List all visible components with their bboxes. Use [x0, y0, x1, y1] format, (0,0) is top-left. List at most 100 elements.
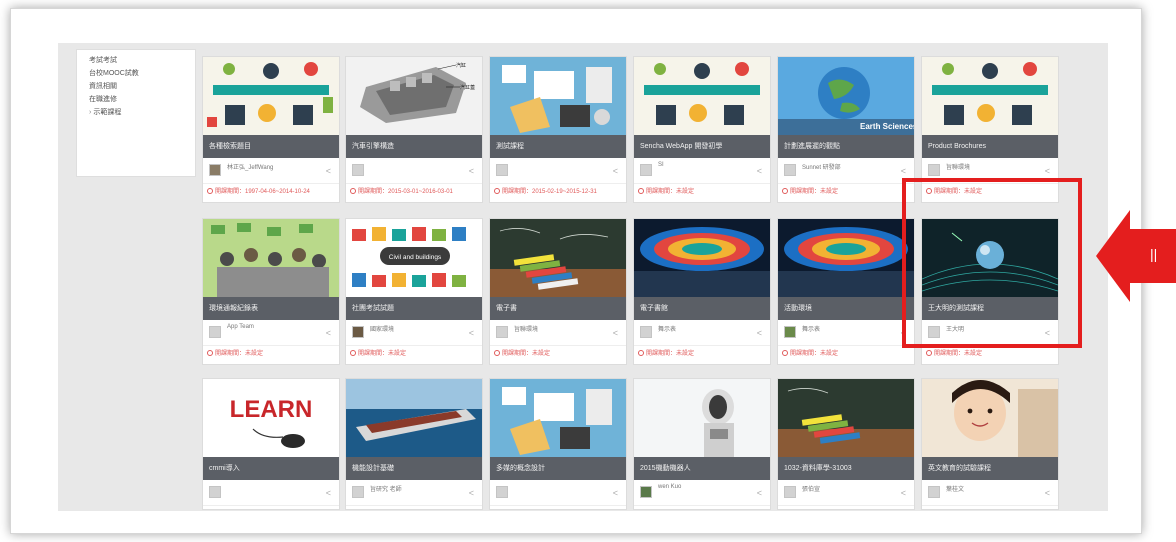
course-card[interactable]: 電子書館 舞示表 < 開課期間：未設定	[633, 218, 771, 365]
avatar	[496, 486, 508, 498]
course-card[interactable]: 1032-資料庫學-31003 張伯宣 <	[777, 378, 915, 510]
course-period: 開課期間：1997-04-06~2014-10-24	[207, 186, 310, 195]
course-period: 開課期間：未設定	[782, 348, 838, 357]
avatar	[928, 164, 940, 176]
course-title[interactable]: 計劃進展遲的觀點	[778, 135, 914, 158]
sidebar-item-exam[interactable]: 考試考試	[89, 54, 195, 67]
course-meta: SI <	[634, 158, 770, 184]
course-meta: <	[346, 158, 482, 184]
thumb-label: Civil and buildings	[389, 254, 442, 261]
course-thumbnail[interactable]	[922, 57, 1058, 135]
course-thumbnail[interactable]	[490, 379, 626, 457]
course-title[interactable]: 汽車引擎構造	[346, 135, 482, 158]
share-icon[interactable]: <	[613, 488, 618, 498]
share-icon[interactable]: <	[613, 166, 618, 176]
course-card[interactable]: LEARN cmmi導入 <	[202, 378, 340, 510]
share-icon[interactable]: <	[757, 328, 762, 338]
course-card[interactable]: 環境通報紀錄表 App Team < 開課期間：未設定	[202, 218, 340, 365]
course-card[interactable]: 多媒的概念設計 <	[489, 378, 627, 510]
share-icon[interactable]: <	[901, 488, 906, 498]
course-card[interactable]: Sencha WebApp 開發初學 SI < 開課期間：未設定	[633, 56, 771, 203]
course-card[interactable]: 電子書 旨聯環境 < 開課期間：未設定	[489, 218, 627, 365]
course-thumbnail[interactable]	[490, 219, 626, 297]
sidebar-item-training[interactable]: 在職進修	[89, 93, 195, 106]
course-thumbnail[interactable]: LEARN	[203, 379, 339, 457]
course-thumbnail[interactable]: Civil and buildings	[346, 219, 482, 297]
course-thumbnail[interactable]	[203, 57, 339, 135]
course-title[interactable]: 2015機動機器人	[634, 457, 770, 480]
avatar	[784, 326, 796, 338]
share-icon[interactable]: <	[901, 166, 906, 176]
course-card[interactable]: 各種檢索題目 林正弘_JeffWang < 開課期間：1997-04-06~20…	[202, 56, 340, 203]
engine-label: 汽缸	[456, 62, 466, 69]
course-title[interactable]: 1032-資料庫學-31003	[778, 457, 914, 480]
course-period: 開課期間：未設定	[494, 348, 550, 357]
share-icon[interactable]: <	[326, 166, 331, 176]
share-icon[interactable]: <	[469, 488, 474, 498]
course-period: 開課期間：未設定	[926, 348, 982, 357]
course-card[interactable]: 英文教育的試驗課程 葉桂文 <	[921, 378, 1059, 510]
course-thumbnail[interactable]	[778, 219, 914, 297]
share-icon[interactable]: <	[469, 328, 474, 338]
share-icon[interactable]: <	[1045, 488, 1050, 498]
course-meta: 舞示表 <	[778, 320, 914, 346]
course-card[interactable]: Earth Sciences 計劃進展遲的觀點 Sunnet 研發部 < 開課期…	[777, 56, 915, 203]
course-title[interactable]: 測試課程	[490, 135, 626, 158]
share-icon[interactable]: <	[757, 488, 762, 498]
course-title[interactable]: Product Brochures	[922, 135, 1058, 158]
course-card[interactable]: Civil and buildings 社團考試試題 國家環境 < 開課期間：未…	[345, 218, 483, 365]
course-thumbnail[interactable]: Earth Sciences	[778, 57, 914, 135]
author-name: 國家環境	[370, 327, 395, 333]
course-card[interactable]: 2015機動機器人 wen Kuo <	[633, 378, 771, 510]
clock-icon	[926, 350, 932, 357]
course-thumbnail[interactable]	[346, 379, 482, 457]
share-icon[interactable]: <	[757, 166, 762, 176]
share-icon[interactable]: <	[326, 328, 331, 338]
highlight-box	[902, 178, 1082, 348]
sidebar-item-mooc[interactable]: 台校MOOC試教	[89, 67, 195, 80]
avatar	[784, 164, 796, 176]
course-thumbnail[interactable]	[778, 379, 914, 457]
share-icon[interactable]: <	[326, 488, 331, 498]
course-thumbnail[interactable]	[922, 379, 1058, 457]
course-card[interactable]: 機能設計基礎 旨研究 老師 <	[345, 378, 483, 510]
author-name: Sunnet 研發部	[802, 165, 841, 171]
engine-label: 汽缸蓋	[460, 84, 475, 91]
course-card[interactable]: 測試課程 < 開課期間：2015-02-19~2015-12-31	[489, 56, 627, 203]
course-thumbnail[interactable]	[203, 219, 339, 297]
author-name: 旨聯環境	[946, 165, 971, 171]
clock-icon	[350, 350, 356, 357]
course-title[interactable]: Sencha WebApp 開發初學	[634, 135, 770, 158]
course-title[interactable]: 各種檢索題目	[203, 135, 339, 158]
clock-icon	[207, 188, 213, 195]
course-thumbnail[interactable]	[490, 57, 626, 135]
share-icon[interactable]: <	[469, 166, 474, 176]
sidebar-item-demo[interactable]: › 示範課程	[89, 106, 195, 119]
course-title[interactable]: 活動環境	[778, 297, 914, 320]
arrow-pointer-icon	[1096, 210, 1130, 302]
avatar	[640, 486, 652, 498]
sidebar-item-info[interactable]: 資訊相關	[89, 80, 195, 93]
share-icon[interactable]: <	[613, 328, 618, 338]
course-thumbnail[interactable]: 汽缸 汽缸蓋	[346, 57, 482, 135]
course-title[interactable]: 環境通報紀錄表	[203, 297, 339, 320]
course-title[interactable]: cmmi導入	[203, 457, 339, 480]
course-title[interactable]: 多媒的概念設計	[490, 457, 626, 480]
course-title[interactable]: 電子書	[490, 297, 626, 320]
course-thumbnail[interactable]	[634, 219, 770, 297]
course-meta: <	[490, 158, 626, 184]
course-title[interactable]: 社團考試試題	[346, 297, 482, 320]
course-thumbnail[interactable]	[634, 57, 770, 135]
course-meta: 舞示表 <	[634, 320, 770, 346]
clock-icon	[782, 350, 788, 357]
course-thumbnail[interactable]	[634, 379, 770, 457]
share-icon[interactable]: <	[1045, 166, 1050, 176]
course-card[interactable]: 活動環境 舞示表 < 開課期間：未設定	[777, 218, 915, 365]
course-meta: Sunnet 研發部 <	[778, 158, 914, 184]
course-title[interactable]: 英文教育的試驗課程	[922, 457, 1058, 480]
author-name: 葉桂文	[946, 487, 965, 493]
course-period: 開課期間：未設定	[638, 348, 694, 357]
course-title[interactable]: 機能設計基礎	[346, 457, 482, 480]
course-card[interactable]: 汽缸 汽缸蓋 汽車引擎構造 < 開課期間：2015-03-01~2016-03-…	[345, 56, 483, 203]
course-title[interactable]: 電子書館	[634, 297, 770, 320]
